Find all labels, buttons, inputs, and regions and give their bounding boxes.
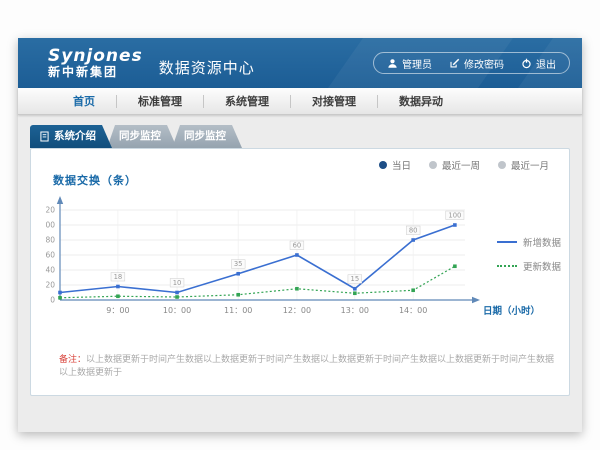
svg-text:10：00: 10：00 xyxy=(163,306,191,315)
page: Synjones 新中新集团 数据资源中心 管理员修改密码退出 首页标准管理系统… xyxy=(0,0,600,450)
svg-text:40: 40 xyxy=(45,266,55,275)
user-menu-item[interactable]: 退出 xyxy=(521,56,556,71)
legend-label: 更新数据 xyxy=(523,259,561,273)
radio-icon xyxy=(379,161,387,169)
app-header: Synjones 新中新集团 数据资源中心 管理员 修改密码 退出 xyxy=(18,38,582,88)
user-menu-label: 管理员 xyxy=(402,56,432,71)
svg-text:60: 60 xyxy=(293,241,302,249)
svg-text:15: 15 xyxy=(351,275,360,283)
logo-text: Synjones xyxy=(48,48,143,65)
user-menu-item[interactable]: 修改密码 xyxy=(449,56,504,71)
svg-text:80: 80 xyxy=(45,236,55,245)
user-icon xyxy=(387,58,398,69)
svg-text:9：00: 9：00 xyxy=(106,306,129,315)
svg-text:11：00: 11：00 xyxy=(224,306,252,315)
nav-item-1[interactable]: 首页 xyxy=(52,93,116,109)
chart-legend: 新增数据更新数据 xyxy=(497,235,561,273)
page-title: 数据资源中心 xyxy=(159,57,255,78)
svg-text:0: 0 xyxy=(50,296,55,305)
app-window: Synjones 新中新集团 数据资源中心 管理员修改密码退出 首页标准管理系统… xyxy=(18,38,582,432)
svg-text:20: 20 xyxy=(45,281,55,290)
svg-text:10: 10 xyxy=(173,279,182,287)
legend-item-1: 新增数据 xyxy=(497,235,561,249)
footnote: 备注：以上数据更新于时间产生数据以上数据更新于时间产生数据以上数据更新于时间产生… xyxy=(59,354,559,380)
svg-text:13：00: 13：00 xyxy=(341,306,369,315)
main-nav: 首页标准管理系统管理对接管理数据异动 xyxy=(18,88,582,115)
svg-text:日期（小时）: 日期（小时） xyxy=(483,305,540,317)
radio-label: 当日 xyxy=(392,158,411,172)
content-area: 系统介绍同步监控同步监控 当日最近一周最近一月 数据交换（条） 02040608… xyxy=(18,115,582,432)
brand: Synjones 新中新集团 数据资源中心 xyxy=(18,48,255,79)
document-icon xyxy=(40,131,49,142)
nav-item-3[interactable]: 系统管理 xyxy=(204,93,290,109)
nav-item-4[interactable]: 对接管理 xyxy=(291,93,377,109)
svg-text:35: 35 xyxy=(234,260,243,268)
legend-item-2: 更新数据 xyxy=(497,259,561,273)
radio-option-2[interactable]: 最近一周 xyxy=(429,158,480,172)
radio-label: 最近一月 xyxy=(511,158,549,172)
svg-text:12：00: 12：00 xyxy=(283,306,311,315)
tab-2[interactable]: 同步监控 xyxy=(107,125,177,148)
footnote-text: 以上数据更新于时间产生数据以上数据更新于时间产生数据以上数据更新于时间产生数据以… xyxy=(59,355,554,378)
svg-text:60: 60 xyxy=(45,251,55,260)
time-range-filter: 当日 最近一周 最近一月 xyxy=(379,158,549,172)
nav-item-2[interactable]: 标准管理 xyxy=(117,93,203,109)
svg-text:120: 120 xyxy=(45,206,55,215)
radio-label: 最近一周 xyxy=(442,158,480,172)
svg-text:100: 100 xyxy=(45,221,55,230)
svg-text:80: 80 xyxy=(409,226,418,234)
radio-icon xyxy=(429,161,437,169)
logo: Synjones 新中新集团 xyxy=(48,48,143,79)
nav-item-5[interactable]: 数据异动 xyxy=(378,93,464,109)
tab-label: 同步监控 xyxy=(119,125,161,148)
legend-line-sample xyxy=(497,241,517,243)
legend-line-sample xyxy=(497,265,517,267)
user-menu-item[interactable]: 管理员 xyxy=(387,56,432,71)
logo-subtext: 新中新集团 xyxy=(48,65,143,79)
edit-icon xyxy=(449,58,460,69)
tab-bar: 系统介绍同步监控同步监控 xyxy=(30,125,582,148)
svg-text:100: 100 xyxy=(448,211,461,219)
power-icon xyxy=(521,58,532,69)
legend-label: 新增数据 xyxy=(523,235,561,249)
tab-3[interactable]: 同步监控 xyxy=(172,125,242,148)
user-menu: 管理员 修改密码 退出 xyxy=(373,52,570,74)
tab-label: 系统介绍 xyxy=(54,125,96,148)
chart-y-axis-title: 数据交换（条） xyxy=(53,172,137,188)
radio-icon xyxy=(498,161,506,169)
radio-option-1[interactable]: 当日 xyxy=(379,158,411,172)
footnote-prefix: 备注： xyxy=(59,355,86,365)
svg-text:18: 18 xyxy=(114,273,123,281)
radio-option-3[interactable]: 最近一月 xyxy=(498,158,549,172)
tab-label: 同步监控 xyxy=(184,125,226,148)
user-menu-label: 退出 xyxy=(536,56,556,71)
tab-1[interactable]: 系统介绍 xyxy=(30,125,112,148)
line-chart: 0 20 40 60 80 100 120 9：00 10：00 11：00 12：00 13：00 1… xyxy=(45,187,550,332)
content-panel: 当日 最近一周 最近一月 数据交换（条） 0 20 40 60 80 100 120 9：00 10… xyxy=(30,148,570,396)
svg-text:14：00: 14：00 xyxy=(399,306,427,315)
user-menu-label: 修改密码 xyxy=(464,56,504,71)
